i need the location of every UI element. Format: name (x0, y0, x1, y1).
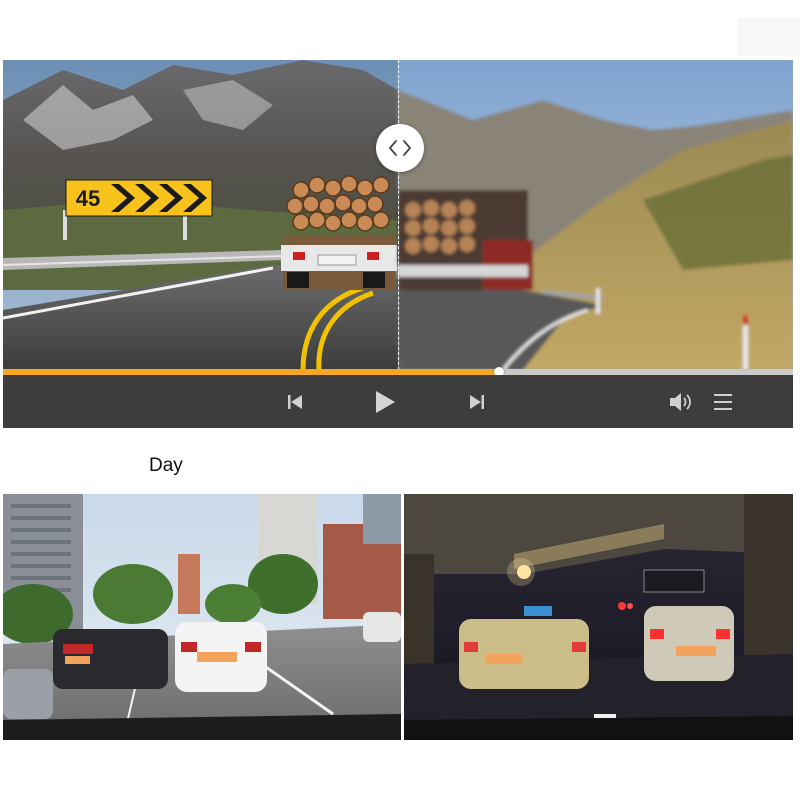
previous-button[interactable] (279, 375, 311, 428)
menu-button[interactable] (709, 375, 737, 428)
speed-sign-text: 45 (76, 186, 100, 211)
video-preview[interactable]: 45 (3, 60, 793, 370)
split-divider[interactable] (398, 60, 399, 370)
volume-icon (670, 392, 691, 411)
play-icon (376, 390, 395, 413)
next-button[interactable] (461, 375, 493, 428)
menu-icon (714, 393, 732, 410)
play-button[interactable] (367, 375, 403, 428)
day-footage-image (3, 494, 401, 740)
day-label: Day (149, 455, 183, 476)
night-footage-image (404, 494, 793, 740)
split-handle[interactable] (376, 124, 424, 172)
comparison-page: 45 Day (0, 0, 800, 800)
corner-block (738, 18, 800, 56)
skip-previous-icon (288, 394, 302, 409)
player-controls (3, 375, 793, 428)
compare-arrows-icon (389, 140, 411, 156)
skip-next-icon (470, 394, 484, 409)
volume-button[interactable] (665, 375, 699, 428)
